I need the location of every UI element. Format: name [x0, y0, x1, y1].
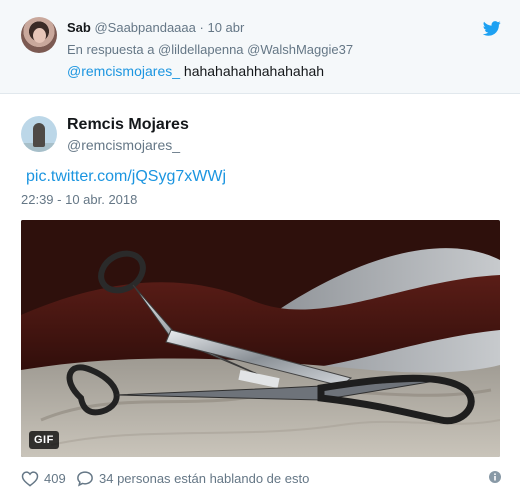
media-link[interactable]: pic.twitter.com/jQSyg7xWWj: [26, 168, 226, 186]
reply-author-avatar[interactable]: [21, 17, 57, 53]
tweet-timestamp[interactable]: 22:39 - 10 abr. 2018: [21, 192, 137, 207]
reply-author-handle[interactable]: @Saabpandaaaa: [94, 20, 195, 35]
separator-dot: ·: [199, 20, 204, 35]
reply-time[interactable]: 10 abr: [207, 20, 244, 35]
reply-mention-link[interactable]: @remcismojares_: [67, 63, 180, 79]
reply-text: @remcismojares_ hahahahahhahahahah: [67, 63, 324, 79]
like-count: 409: [44, 470, 66, 486]
author-name[interactable]: Remcis Mojares: [67, 116, 189, 134]
reply-author-line: Sab @Saabpandaaaa · 10 abr: [67, 20, 244, 35]
gif-badge: GIF: [29, 431, 59, 449]
author-handle[interactable]: @remcismojares_: [67, 137, 180, 153]
reply-context: Sab @Saabpandaaaa · 10 abr En respuesta …: [0, 0, 520, 94]
conversation-action[interactable]: 34 personas están hablando de esto: [76, 469, 309, 487]
conversation-label: 34 personas están hablando de esto: [99, 470, 310, 486]
reply-body-text: hahahahahhahahahah: [183, 63, 325, 79]
twitter-bird-icon[interactable]: [483, 21, 501, 36]
author-avatar[interactable]: [21, 116, 57, 152]
speech-bubble-icon: [77, 470, 93, 487]
info-icon[interactable]: [489, 471, 501, 483]
heart-icon: [21, 470, 39, 487]
like-action[interactable]: 409: [21, 469, 66, 487]
gif-media[interactable]: GIF: [21, 220, 500, 457]
reply-author-name[interactable]: Sab: [67, 20, 91, 35]
gif-frame: [21, 220, 500, 457]
reply-to-label[interactable]: En respuesta a @lildellapenna @WalshMagg…: [67, 42, 353, 57]
